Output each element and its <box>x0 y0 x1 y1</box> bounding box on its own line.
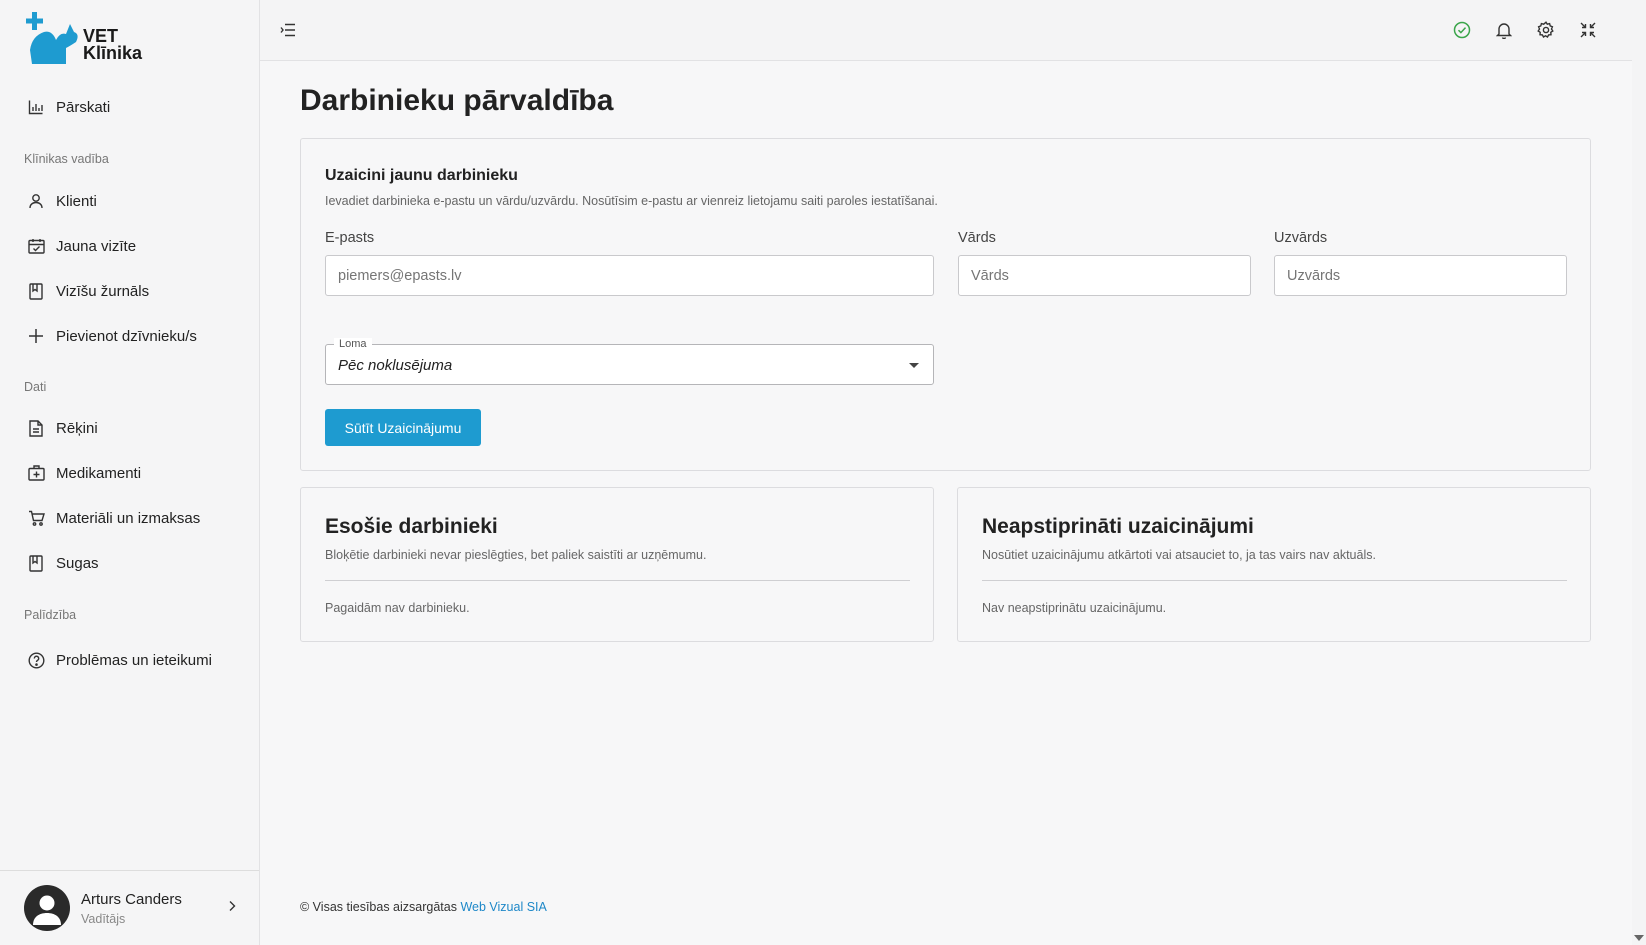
sidebar-item-klienti[interactable]: Klienti <box>0 181 259 221</box>
employees-description: Bloķētie darbinieki nevar pieslēgties, b… <box>325 548 707 562</box>
footer: © Visas tiesības aizsargātas Web Vizual … <box>300 900 547 914</box>
scroll-down-arrow-icon[interactable] <box>1632 933 1646 943</box>
document-icon <box>26 418 46 438</box>
sidebar-item-materiali[interactable]: Materiāli un izmaksas <box>0 498 259 538</box>
sidebar-item-sugas[interactable]: Sugas <box>0 543 259 583</box>
last-name-field[interactable] <box>1274 255 1567 296</box>
last-name-label: Uzvārds <box>1274 230 1328 246</box>
role-legend: Loma <box>334 338 372 350</box>
nav-section-title: Dati <box>24 380 47 394</box>
bell-icon[interactable] <box>1492 18 1516 42</box>
topbar <box>260 0 1632 61</box>
role-select[interactable]: Loma Pēc noklusējuma <box>325 338 934 385</box>
first-name-field[interactable] <box>958 255 1251 296</box>
divider <box>982 580 1567 581</box>
sidebar-item-label: Sugas <box>56 554 99 572</box>
employees-card: Esošie darbinieki Bloķētie darbinieki ne… <box>300 487 934 642</box>
chevron-right-icon[interactable] <box>227 899 237 917</box>
invite-description: Ievadiet darbinieka e-pastu un vārdu/uzv… <box>325 194 938 208</box>
footer-company-link[interactable]: Web Vizual SIA <box>460 900 546 914</box>
sidebar-item-jauna-vizite[interactable]: Jauna vizīte <box>0 226 259 266</box>
employees-title: Esošie darbinieki <box>325 515 498 538</box>
fullscreen-exit-icon[interactable] <box>1576 18 1600 42</box>
vet-logo-icon <box>26 12 78 64</box>
sidebar-item-vizisu-zurnals[interactable]: Vizīšu žurnāls <box>0 271 259 311</box>
user-name: Arturs Canders <box>81 890 182 908</box>
sidebar-item-label: Pievienot dzīvnieku/s <box>56 327 197 345</box>
caret-down-icon <box>909 363 919 368</box>
clinic-logo[interactable]: VET Klīnika <box>26 10 156 64</box>
sidebar-item-label: Jauna vizīte <box>56 237 137 255</box>
footer-copyright: © Visas tiesības aizsargātas <box>300 900 457 914</box>
pending-empty-text: Nav neapstiprinātu uzaicinājumu. <box>982 601 1167 615</box>
user-icon <box>26 191 46 211</box>
sidebar-item-rekini[interactable]: Rēķini <box>0 408 259 448</box>
sidebar-item-problemas[interactable]: Problēmas un ieteikumi <box>0 640 259 680</box>
role-select-value: Pēc noklusējuma <box>338 357 453 374</box>
nav-section-title: Klīnikas vadība <box>24 152 109 166</box>
page-title: Darbinieku pārvaldība <box>300 84 614 117</box>
invite-card: Uzaicini jaunu darbinieku Ievadiet darbi… <box>300 138 1591 471</box>
sidebar-item-label: Vizīšu žurnāls <box>56 282 150 300</box>
sidebar-item-label: Medikamenti <box>56 464 142 482</box>
plus-icon <box>26 326 46 346</box>
page-scrollbar[interactable] <box>1632 0 1646 945</box>
pending-invites-card: Neapstiprināti uzaicinājumi Nosūtiet uza… <box>957 487 1591 642</box>
gear-icon[interactable] <box>1534 18 1558 42</box>
user-profile[interactable]: Arturs Canders Vadītājs <box>0 870 259 945</box>
employees-empty-text: Pagaidām nav darbinieku. <box>325 601 470 615</box>
send-invite-button[interactable]: Sūtīt Uzaicinājumu <box>325 409 481 446</box>
medkit-icon <box>26 463 46 483</box>
invite-title: Uzaicini jaunu darbinieku <box>325 167 518 184</box>
menu-collapse-icon[interactable] <box>276 18 300 42</box>
pending-title: Neapstiprināti uzaicinājumi <box>982 515 1254 538</box>
bar-chart-icon <box>26 97 46 117</box>
sidebar-item-label: Materiāli un izmaksas <box>56 509 201 527</box>
sidebar-item-pievienot-dzivnieku[interactable]: Pievienot dzīvnieku/s <box>0 316 259 356</box>
avatar <box>24 885 70 931</box>
sidebar-item-label: Klienti <box>56 192 97 210</box>
calendar-icon <box>26 236 46 256</box>
first-name-label: Vārds <box>958 230 996 246</box>
sidebar-item-label: Pārskati <box>56 98 111 116</box>
sidebar: VET Klīnika Pārskati Klīnikas vadība Kli… <box>0 0 260 945</box>
pending-description: Nosūtiet uzaicinājumu atkārtoti vai atsa… <box>982 548 1376 562</box>
divider <box>325 580 910 581</box>
user-role: Vadītājs <box>81 911 126 926</box>
nav-section-title: Palīdzība <box>24 608 77 622</box>
sidebar-item-label: Problēmas un ieteikumi <box>56 651 212 669</box>
sidebar-item-label: Rēķini <box>56 419 98 437</box>
help-circle-icon <box>26 650 46 670</box>
book-icon <box>26 553 46 573</box>
email-field[interactable] <box>325 255 934 296</box>
logo-text: VET Klīnika <box>83 27 143 63</box>
status-check-icon[interactable] <box>1450 18 1474 42</box>
logo-line-2: Klīnika <box>83 43 143 63</box>
cart-icon <box>26 508 46 528</box>
email-label: E-pasts <box>325 230 375 246</box>
sidebar-item-parskati[interactable]: Pārskati <box>0 87 259 127</box>
avatar-icon <box>33 895 61 925</box>
sidebar-item-medikamenti[interactable]: Medikamenti <box>0 453 259 493</box>
book-icon <box>26 281 46 301</box>
